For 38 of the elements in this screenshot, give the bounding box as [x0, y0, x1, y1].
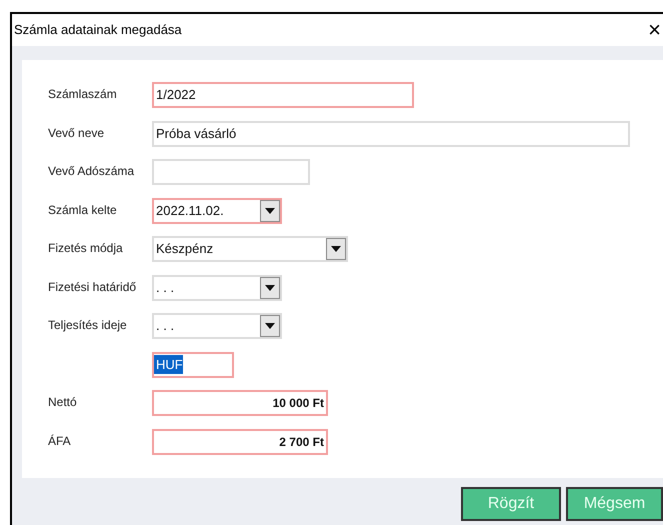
field-value: 10 000 Ft: [272, 395, 325, 412]
caret-icon: [265, 284, 275, 290]
dropdown-button[interactable]: [260, 276, 280, 298]
field-label: Fizetési határidő: [47, 278, 138, 296]
field-label: Fizetés módja: [47, 240, 124, 257]
field-label: Nettó: [47, 394, 78, 411]
window-title: Számla adatainak megadása: [14, 21, 182, 40]
dropdown-field[interactable]: . . .: [152, 313, 282, 339]
field-value: . . .: [155, 317, 176, 336]
amount-field[interactable]: 10 000 Ft: [152, 390, 328, 416]
caret-icon: [265, 208, 275, 214]
field-value: Próba vásárló: [155, 124, 236, 143]
text-field[interactable]: Próba vásárló: [152, 120, 630, 146]
field-label: Vevő neve: [47, 124, 106, 142]
caret-icon: [265, 323, 275, 329]
text-field[interactable]: HUF: [152, 352, 234, 378]
dropdown-field[interactable]: . . .: [152, 274, 282, 300]
caret-icon: [331, 246, 341, 252]
dropdown-field[interactable]: Készpénz: [152, 236, 348, 262]
text-field[interactable]: [152, 159, 310, 185]
field-value: 1/2022: [155, 86, 196, 104]
dropdown-button[interactable]: [326, 238, 346, 260]
dropdown-button[interactable]: [260, 200, 280, 222]
amount-field[interactable]: 2 700 Ft: [152, 428, 328, 454]
field-value: 2022.11.02.: [155, 202, 225, 220]
text-field[interactable]: 1/2022: [152, 82, 414, 108]
dropdown-button[interactable]: [260, 315, 280, 337]
field-label: Teljesítés ideje: [47, 317, 128, 334]
close-button[interactable]: ×: [648, 19, 661, 41]
field-label: Számla kelte: [47, 202, 118, 218]
dropdown-field[interactable]: 2022.11.02.: [152, 198, 282, 224]
field-value: HUF: [154, 354, 183, 374]
field-label: Vevő Adószáma: [47, 163, 136, 180]
field-label: ÁFA: [47, 432, 72, 450]
field-value: Készpénz: [155, 240, 214, 258]
field-value: . . .: [155, 278, 176, 297]
field-value: 2 700 Ft: [278, 434, 325, 450]
field-label: Számlaszám: [47, 86, 118, 103]
